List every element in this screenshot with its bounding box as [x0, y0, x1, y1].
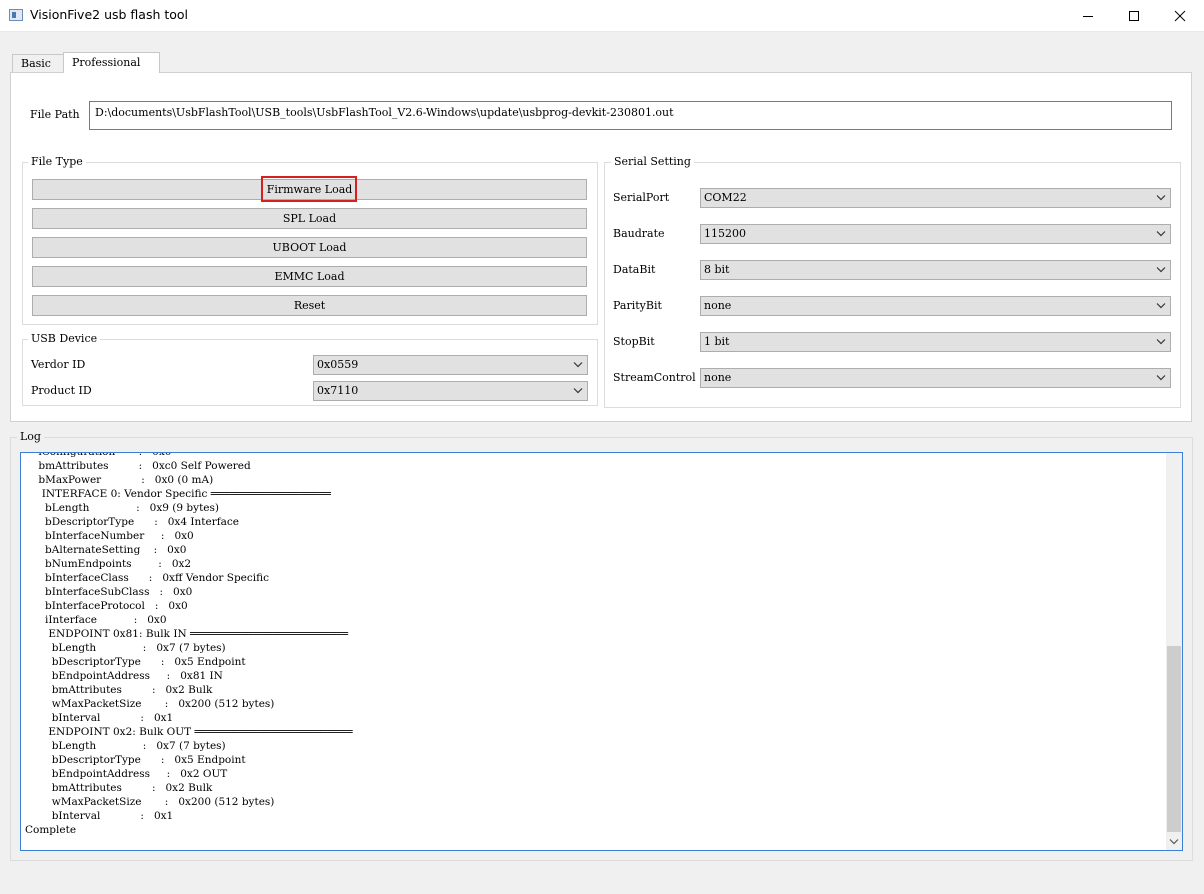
status-bar [0, 870, 1204, 894]
chevron-down-icon [573, 362, 583, 368]
minimize-button[interactable] [1065, 0, 1111, 32]
serial-port-value: COM22 [704, 191, 747, 204]
firmware-load-highlight [261, 176, 357, 202]
tab-basic[interactable]: Basic [12, 54, 64, 72]
log-textarea[interactable]: iConfiguration : 0x0 bmAttributes : 0xc0… [20, 452, 1183, 851]
stream-control-label: StreamControl [613, 371, 696, 384]
uboot-load-button[interactable]: UBOOT Load [32, 237, 587, 258]
serial-port-label: SerialPort [613, 191, 670, 204]
baudrate-label: Baudrate [613, 227, 665, 240]
chevron-down-icon [573, 388, 583, 394]
tab-professional[interactable]: Professional [63, 52, 160, 73]
chevron-down-icon [1156, 303, 1166, 309]
paritybit-value: none [704, 299, 732, 312]
log-scroll-thumb[interactable] [1167, 646, 1181, 832]
spl-load-button[interactable]: SPL Load [32, 208, 587, 229]
title-bar[interactable]: VisionFive2 usb flash tool [0, 0, 1204, 32]
chevron-down-icon [1156, 195, 1166, 201]
emmc-load-button[interactable]: EMMC Load [32, 266, 587, 287]
stopbit-select[interactable]: 1 bit [700, 332, 1171, 352]
chevron-down-icon [1156, 267, 1166, 273]
databit-select[interactable]: 8 bit [700, 260, 1171, 280]
baudrate-select[interactable]: 115200 [700, 224, 1171, 244]
stopbit-label: StopBit [613, 335, 655, 348]
reset-button[interactable]: Reset [32, 295, 587, 316]
minimize-icon [1083, 16, 1093, 17]
stream-control-select[interactable]: none [700, 368, 1171, 388]
product-id-select[interactable]: 0x7110 [313, 381, 588, 401]
chevron-down-icon [1156, 339, 1166, 345]
file-path-input[interactable]: D:\documents\UsbFlashTool\USB_tools\UsbF… [89, 101, 1172, 130]
product-id-value: 0x7110 [317, 384, 359, 397]
chevron-down-icon [1169, 839, 1179, 845]
paritybit-label: ParityBit [613, 299, 662, 312]
serial-setting-title: Serial Setting [611, 155, 694, 168]
stopbit-value: 1 bit [704, 335, 730, 348]
maximize-icon [1129, 11, 1139, 21]
log-title: Log [17, 430, 44, 443]
vendor-id-value: 0x0559 [317, 358, 359, 371]
maximize-button[interactable] [1111, 0, 1157, 32]
baudrate-value: 115200 [704, 227, 746, 240]
close-icon [1174, 10, 1186, 22]
vendor-id-label: Verdor ID [31, 358, 86, 371]
databit-label: DataBit [613, 263, 656, 276]
serial-port-select[interactable]: COM22 [700, 188, 1171, 208]
log-scrollbar[interactable] [1166, 453, 1182, 850]
log-text: iConfiguration : 0x0 bmAttributes : 0xc0… [25, 452, 353, 836]
file-path-label: File Path [30, 108, 80, 121]
usb-device-title: USB Device [28, 332, 101, 345]
paritybit-select[interactable]: none [700, 296, 1171, 316]
chevron-down-icon [1156, 375, 1166, 381]
databit-value: 8 bit [704, 263, 730, 276]
close-button[interactable] [1157, 0, 1203, 32]
window-title: VisionFive2 usb flash tool [30, 7, 189, 22]
file-type-title: File Type [28, 155, 86, 168]
vendor-id-select[interactable]: 0x0559 [313, 355, 588, 375]
product-id-label: Product ID [31, 384, 92, 397]
scroll-down-button[interactable] [1166, 834, 1182, 850]
stream-control-value: none [704, 371, 732, 384]
app-icon [9, 9, 23, 21]
chevron-down-icon [1156, 231, 1166, 237]
